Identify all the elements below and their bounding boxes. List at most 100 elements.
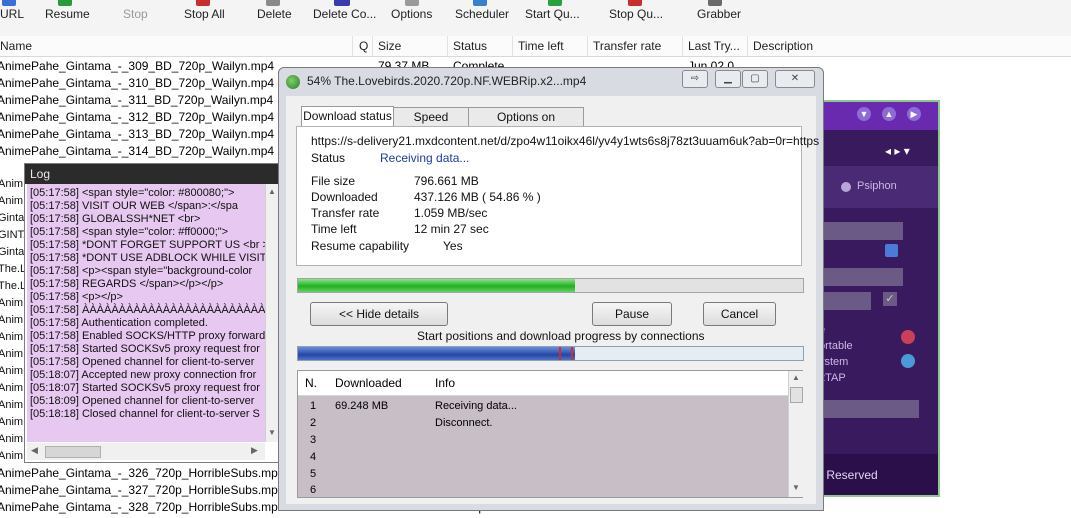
check-icon[interactable]: ✓ bbox=[883, 292, 897, 306]
col-description[interactable]: Description bbox=[753, 39, 813, 53]
file-name: AnimePahe_Gintama_-_327_720p_HorribleSub… bbox=[0, 483, 285, 497]
stop-icon[interactable] bbox=[901, 330, 915, 344]
row-fragment[interactable]: Anim bbox=[0, 450, 23, 463]
maximize-button[interactable]: ▢ bbox=[742, 70, 768, 88]
row-fragment[interactable]: Gintan bbox=[0, 246, 24, 259]
row-fragment[interactable]: Anim bbox=[0, 195, 23, 208]
file-name: AnimePahe_Gintama_-_311_BD_720p_Wailyn.m… bbox=[0, 93, 274, 107]
log-horizontal-scrollbar[interactable]: ◀ ▶ bbox=[27, 443, 265, 460]
col-downloaded[interactable]: Downloaded bbox=[335, 376, 402, 390]
connections-scrollbar[interactable]: ▲ ▼ bbox=[788, 371, 803, 497]
col-queue[interactable]: Q bbox=[359, 39, 368, 53]
log-vertical-scrollbar[interactable]: ▲ ▼ bbox=[265, 184, 279, 442]
cancel-button[interactable]: Cancel bbox=[703, 302, 776, 326]
col-transfer-rate[interactable]: Transfer rate bbox=[593, 39, 661, 53]
row-fragment[interactable]: Anim bbox=[0, 399, 23, 412]
log-line: [05:17:58] GLOBALSSH*NET <br> bbox=[30, 213, 201, 225]
col-status[interactable]: Status bbox=[453, 39, 487, 53]
resume-capability-label: Resume capability bbox=[311, 239, 410, 253]
options-icon bbox=[405, 0, 419, 6]
file-name: AnimePahe_Gintama_-_310_BD_720p_Wailyn.m… bbox=[0, 76, 275, 90]
column-header: Name Q Size Status Time left Transfer ra… bbox=[0, 36, 1071, 57]
scroll-up-icon[interactable]: ▲ bbox=[268, 187, 276, 196]
row-fragment[interactable]: Anim bbox=[0, 297, 23, 310]
log-line: [05:17:58] REGARDS </span></p></p> bbox=[30, 278, 224, 290]
close-button[interactable]: ✕ bbox=[775, 70, 815, 88]
row-fragment[interactable]: Anim bbox=[0, 382, 23, 395]
file-name: AnimePahe_Gintama_-_312_BD_720p_Wailyn.m… bbox=[0, 110, 275, 124]
tab-speed-limiter[interactable]: Speed Limiter bbox=[393, 107, 469, 142]
log-line: [05:17:58] *DONT USE ADBLOCK WHILE VISIT… bbox=[30, 252, 265, 264]
row-fragment[interactable]: Anim bbox=[0, 331, 23, 344]
delete-icon bbox=[266, 0, 280, 6]
tab-download-status[interactable]: Download status bbox=[301, 106, 394, 128]
row-fragment[interactable]: Anim bbox=[0, 433, 23, 446]
psiphon-title-bar[interactable]: ▼ ▲ ▶ bbox=[807, 102, 938, 130]
col-size[interactable]: Size bbox=[378, 39, 401, 53]
psiphon-window: ▼ ▲ ▶ ◂ ▸ ▾ Psiphon ✓ e ortable ystem 2T… bbox=[805, 100, 940, 497]
psiphon-tab[interactable]: Psiphon bbox=[857, 180, 897, 192]
dialog-body: Download status Speed Limiter Options on… bbox=[286, 96, 819, 504]
stop-button[interactable]: Stop bbox=[123, 7, 148, 21]
scheduler-button[interactable]: Scheduler bbox=[455, 7, 509, 21]
resume-button[interactable]: Resume bbox=[45, 7, 90, 21]
log-line: [05:17:58] <p></p> bbox=[30, 291, 123, 303]
psiphon-nav[interactable]: ◂ ▸ ▾ bbox=[885, 144, 910, 158]
refresh-icon[interactable] bbox=[901, 354, 915, 368]
col-info[interactable]: Info bbox=[435, 376, 455, 390]
row-fragment[interactable]: GINTA bbox=[0, 229, 24, 242]
row-fragment[interactable]: Anim bbox=[0, 416, 23, 429]
row-fragment[interactable]: Gintan bbox=[0, 212, 24, 225]
row-fragment[interactable]: The.Lo bbox=[0, 280, 24, 293]
log-line: [05:17:58] <span style="color: #800080;"… bbox=[30, 187, 235, 199]
row-fragment[interactable]: The.Lo bbox=[0, 263, 24, 276]
hide-details-button[interactable]: << Hide details bbox=[310, 302, 448, 326]
col-name[interactable]: Name bbox=[0, 39, 32, 53]
stop-all-button[interactable]: Stop All bbox=[184, 7, 225, 21]
psiphon-down-icon[interactable]: ▼ bbox=[857, 107, 871, 121]
copyright-text: s Reserved bbox=[817, 468, 878, 482]
conn-n: 1 bbox=[310, 400, 317, 412]
resume-icon bbox=[58, 0, 72, 6]
scroll-up-icon[interactable]: ▲ bbox=[792, 373, 800, 382]
row-fragment[interactable]: Anim bbox=[0, 348, 23, 361]
pause-button[interactable]: Pause bbox=[592, 302, 672, 326]
log-line: [05:17:58] ÀÀÀÀÀÀÀÀÀÀÀÀÀÀÀÀÀÀÀÀÀÀÀÀÀ bbox=[30, 304, 265, 316]
scroll-thumb[interactable] bbox=[45, 446, 101, 458]
log-title-bar[interactable]: Log bbox=[25, 164, 279, 184]
start-queue-icon bbox=[548, 0, 562, 6]
scroll-left-icon[interactable]: ◀ bbox=[31, 445, 38, 456]
scroll-down-icon[interactable]: ▼ bbox=[268, 428, 276, 437]
minimize-button[interactable]: ▁ bbox=[715, 70, 741, 88]
row-fragment[interactable]: Anim bbox=[0, 314, 23, 327]
psiphon-field[interactable] bbox=[809, 400, 919, 418]
conn-info: Receiving data... bbox=[435, 400, 517, 412]
col-last-try[interactable]: Last Try... bbox=[688, 39, 740, 53]
delete-button[interactable]: Delete bbox=[257, 7, 292, 21]
col-time-left[interactable]: Time left bbox=[518, 39, 564, 53]
scroll-right-icon[interactable]: ▶ bbox=[251, 445, 258, 456]
scroll-thumb[interactable] bbox=[790, 387, 803, 403]
add-url-button[interactable]: URL bbox=[0, 7, 24, 21]
psiphon-radio-icon[interactable] bbox=[841, 182, 851, 192]
stop-queue-icon bbox=[628, 0, 642, 6]
start-queue-button[interactable]: Start Qu... bbox=[525, 7, 580, 21]
col-n[interactable]: N. bbox=[305, 376, 317, 390]
log-title: Log bbox=[30, 167, 51, 181]
delete-completed-button[interactable]: Delete Co... bbox=[313, 7, 376, 21]
psiphon-next-icon[interactable]: ▶ bbox=[907, 107, 921, 121]
scroll-down-icon[interactable]: ▼ bbox=[792, 483, 800, 492]
transfer-arrow-icon[interactable]: ⇨ bbox=[682, 70, 708, 88]
psiphon-up-icon[interactable]: ▲ bbox=[882, 107, 896, 121]
conn-info: Disconnect. bbox=[435, 417, 493, 429]
dialog-title-bar[interactable]: 54% The.Lovebirds.2020.720p.NF.WEBRip.x2… bbox=[279, 68, 823, 94]
grabber-button[interactable]: Grabber bbox=[697, 7, 741, 21]
options-button[interactable]: Options bbox=[391, 7, 432, 21]
row-fragment[interactable]: Anim bbox=[0, 178, 23, 191]
row-fragment[interactable]: Anim bbox=[0, 365, 23, 378]
tab-options-on-completion[interactable]: Options on completion bbox=[468, 107, 584, 142]
connections-caption: Start positions and download progress by… bbox=[417, 329, 705, 343]
save-icon[interactable] bbox=[885, 244, 898, 257]
conn-downloaded: 69.248 MB bbox=[335, 400, 389, 412]
stop-queue-button[interactable]: Stop Qu... bbox=[609, 7, 663, 21]
